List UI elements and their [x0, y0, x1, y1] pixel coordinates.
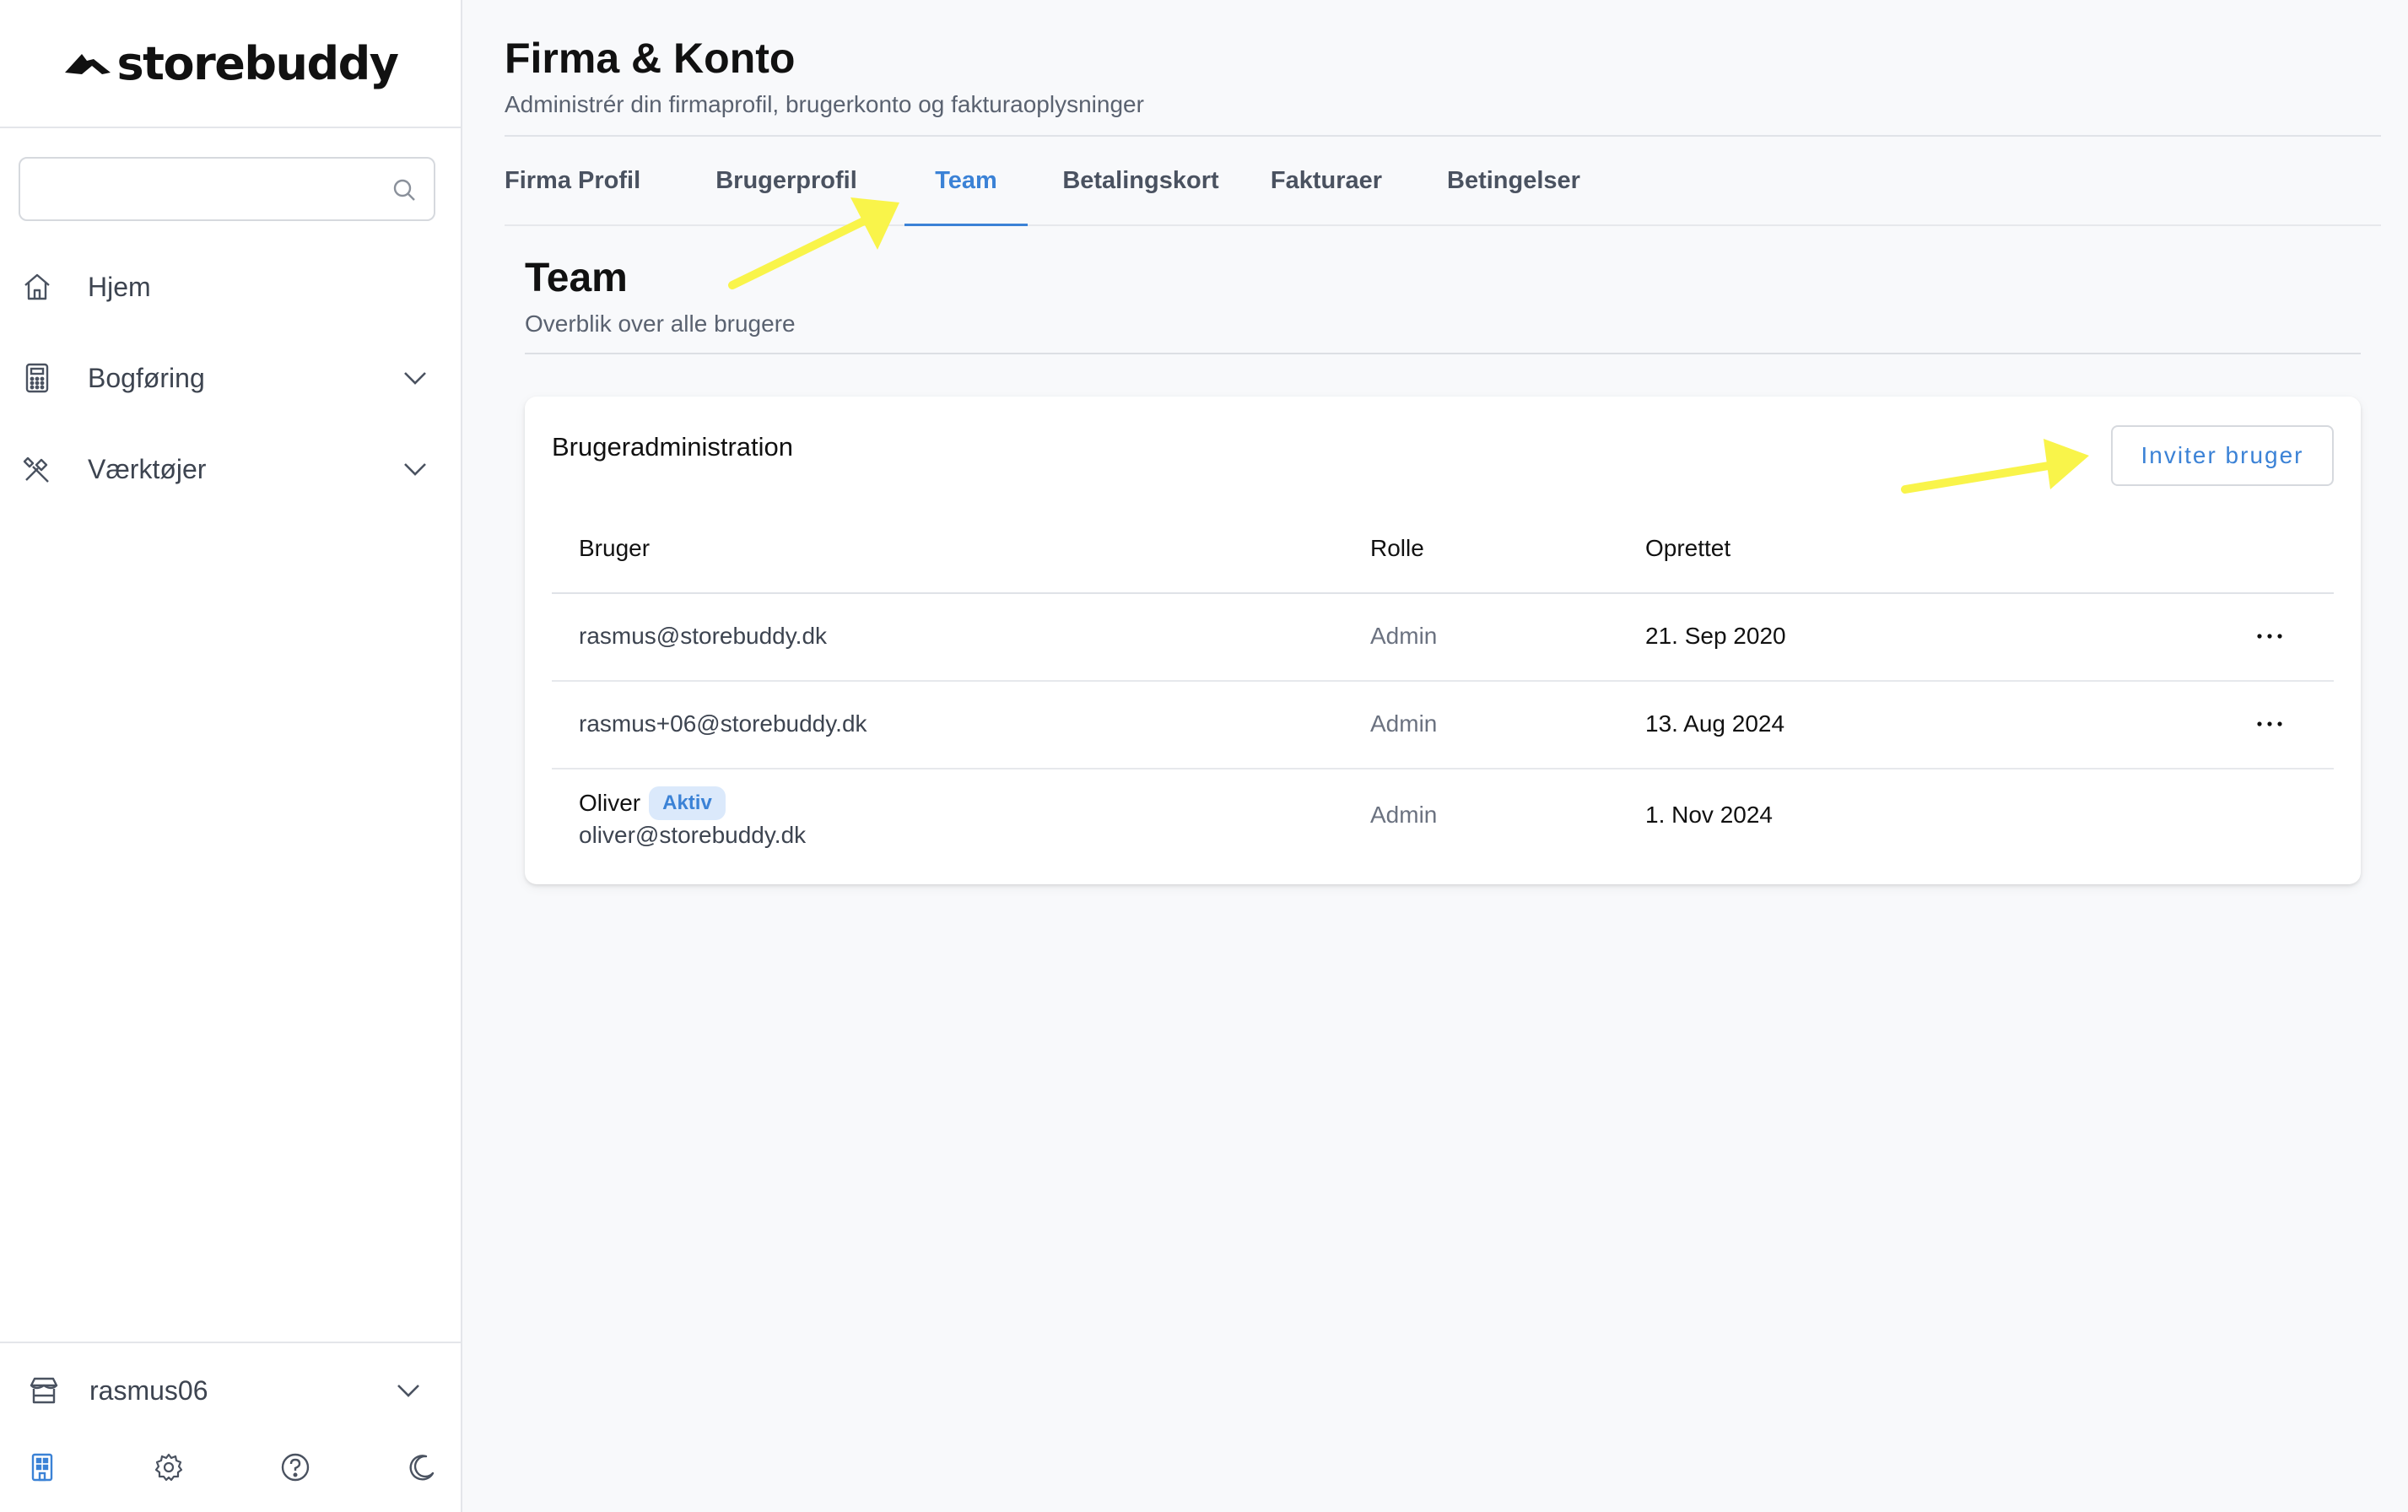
tab-betalingskort[interactable]: Betalingskort	[1056, 137, 1225, 226]
sidebar-item-label: Værktøjer	[88, 453, 207, 484]
tab-brugerprofil[interactable]: Brugerprofil	[692, 137, 881, 226]
user-role: Admin	[1370, 623, 1438, 649]
section-divider	[525, 353, 2361, 354]
sidebar-item-label: Hjem	[88, 271, 151, 302]
table-row: rasmus+06@storebuddy.dk Admin 13. Aug 20…	[552, 682, 2334, 770]
column-header-user: Bruger	[579, 535, 651, 561]
moon-icon[interactable]	[405, 1450, 439, 1484]
sidebar-item-bogforing[interactable]: Bogføring	[0, 332, 462, 424]
sidebar-footer: rasmus06	[0, 1342, 462, 1512]
card-title: Brugeradministration	[552, 432, 794, 462]
section-subtitle: Overblik over alle brugere	[525, 310, 796, 337]
home-icon	[20, 270, 54, 304]
tab-betingelser[interactable]: Betingelser	[1433, 137, 1595, 226]
column-header-role: Rolle	[1370, 535, 1424, 561]
calculator-icon	[20, 361, 54, 395]
more-options-icon[interactable]	[2253, 619, 2287, 653]
brand-name: storebuddy	[116, 36, 399, 90]
users-table: Bruger Rolle Oprettet rasmus@storebuddy.…	[552, 510, 2334, 879]
user-created: 13. Aug 2024	[1645, 710, 1785, 737]
page-subtitle: Administrér din firmaprofil, brugerkonto…	[505, 91, 1144, 117]
sidebar-item-label: Bogføring	[88, 362, 205, 393]
search-icon[interactable]	[391, 177, 417, 207]
user-admin-card: Brugeradministration Inviter bruger Brug…	[525, 397, 2361, 884]
sidebar-item-hjem[interactable]: Hjem	[0, 241, 462, 332]
sidebar-item-vaerktojer[interactable]: Værktøjer	[0, 424, 462, 515]
account-switcher[interactable]: rasmus06	[0, 1343, 462, 1438]
more-options-icon[interactable]	[2253, 707, 2287, 741]
chevron-down-icon[interactable]	[400, 454, 430, 484]
page-title: Firma & Konto	[505, 35, 796, 82]
invite-user-button[interactable]: Inviter bruger	[2111, 425, 2334, 486]
chevron-down-icon[interactable]	[400, 363, 430, 393]
table-header: Bruger Rolle Oprettet	[552, 510, 2334, 594]
store-icon	[27, 1374, 61, 1407]
brand-logo[interactable]: storebuddy	[0, 0, 461, 128]
search-input[interactable]	[20, 159, 434, 219]
tab-bar: Firma Profil Brugerprofil Team Betalings…	[505, 137, 2381, 226]
tools-icon	[20, 452, 54, 486]
storebuddy-logo-icon	[63, 49, 112, 78]
table-row: rasmus@storebuddy.dk Admin 21. Sep 2020	[552, 594, 2334, 682]
sidebar: storebuddy Hjem Bogføring Værktøjer rasm…	[0, 0, 462, 1512]
user-created: 1. Nov 2024	[1645, 802, 1773, 828]
sidebar-search[interactable]	[19, 157, 435, 221]
tab-team[interactable]: Team	[904, 137, 1028, 226]
user-role: Admin	[1370, 710, 1438, 737]
sidebar-nav: Hjem Bogføring Værktøjer	[0, 241, 462, 515]
help-icon[interactable]	[278, 1450, 312, 1484]
table-row: Oliver Aktiv oliver@storebuddy.dk Admin …	[552, 770, 2334, 879]
user-email: oliver@storebuddy.dk	[579, 822, 807, 848]
footer-toolbar	[0, 1438, 462, 1497]
column-header-created: Oprettet	[1645, 535, 1731, 561]
tab-firma-profil[interactable]: Firma Profil	[505, 137, 640, 226]
account-name: rasmus06	[89, 1374, 208, 1406]
user-role: Admin	[1370, 802, 1438, 828]
chevron-down-icon[interactable]	[393, 1375, 424, 1406]
building-icon[interactable]	[25, 1450, 59, 1484]
section-title: Team	[525, 256, 628, 300]
status-badge: Aktiv	[649, 786, 726, 820]
user-name-line: Oliver Aktiv	[579, 786, 726, 820]
tab-fakturaer[interactable]: Fakturaer	[1261, 137, 1392, 226]
user-email: rasmus@storebuddy.dk	[579, 623, 828, 649]
user-created: 21. Sep 2020	[1645, 623, 1786, 649]
gear-icon[interactable]	[152, 1450, 186, 1484]
user-email: rasmus+06@storebuddy.dk	[579, 710, 867, 737]
user-name: Oliver	[579, 790, 641, 816]
